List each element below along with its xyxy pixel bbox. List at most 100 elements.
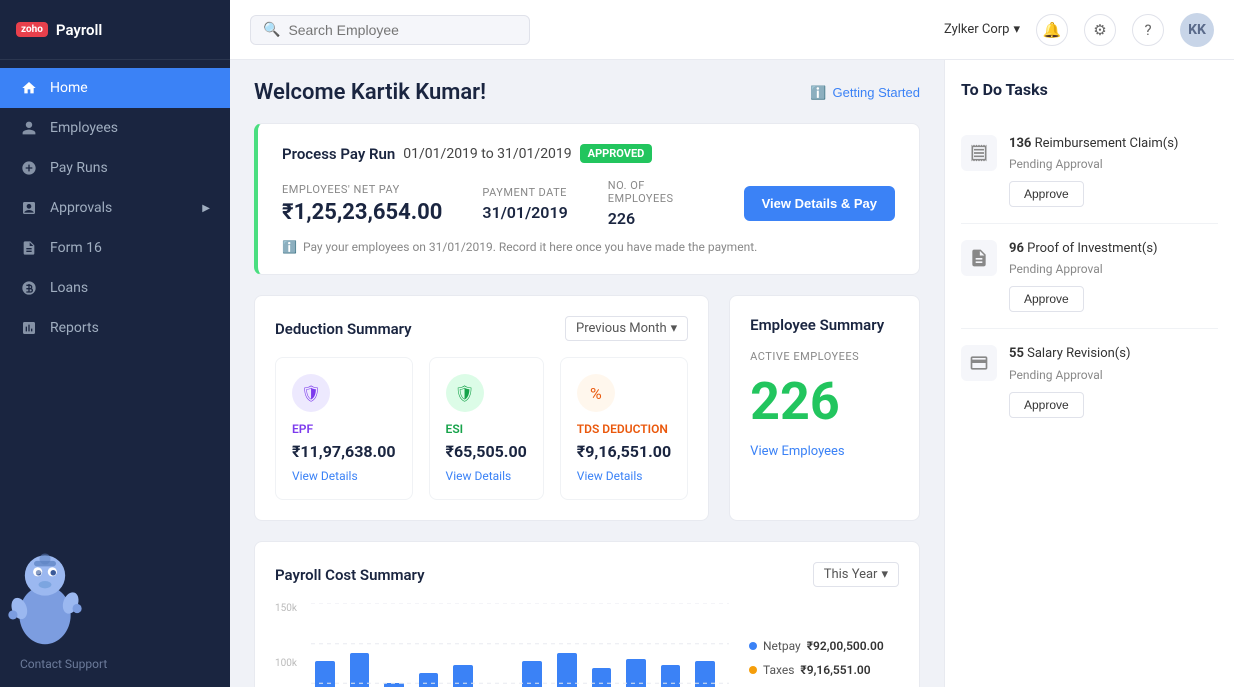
company-chevron-icon: ▾ bbox=[1013, 22, 1020, 37]
esi-amount: ₹65,505.00 bbox=[446, 442, 527, 461]
nav-label-form16: Form 16 bbox=[50, 240, 102, 256]
avatar[interactable]: KK bbox=[1180, 13, 1214, 47]
net-pay-label: EMPLOYEES' NET PAY bbox=[282, 183, 442, 196]
sidebar-item-approvals[interactable]: Approvals ▶ bbox=[0, 188, 230, 228]
person-icon bbox=[20, 119, 38, 137]
todo-content-reimbursement: 136 Reimbursement Claim(s) Pending Appro… bbox=[1009, 135, 1218, 207]
todo-sub-salary: Pending Approval bbox=[1009, 368, 1218, 382]
approve-investment-button[interactable]: Approve bbox=[1009, 286, 1084, 312]
epf-view-details[interactable]: View Details bbox=[292, 469, 396, 483]
legend-label-taxes: Taxes bbox=[763, 663, 794, 677]
help-icon[interactable]: ? bbox=[1132, 14, 1164, 46]
active-employees-label: ACTIVE EMPLOYEES bbox=[750, 350, 899, 363]
y-label-100k: 100k bbox=[275, 658, 297, 669]
approved-badge: APPROVED bbox=[580, 144, 653, 163]
legend-label-netpay: Netpay bbox=[763, 639, 801, 653]
employees-count-stat: NO. OF EMPLOYEES 226 bbox=[608, 179, 704, 228]
todo-item-salary: 55 Salary Revision(s) Pending Approval A… bbox=[961, 329, 1218, 433]
two-col-section: Deduction Summary Previous Month ▾ 🛡 EPF… bbox=[254, 295, 920, 521]
net-pay-stat: EMPLOYEES' NET PAY ₹1,25,23,654.00 bbox=[282, 183, 442, 225]
main-area: 🔍 Zylker Corp ▾ 🔔 ⚙ ? KK Welcome Kartik … bbox=[230, 0, 1234, 687]
notifications-icon[interactable]: 🔔 bbox=[1036, 14, 1068, 46]
employee-summary-card: Employee Summary ACTIVE EMPLOYEES 226 Vi… bbox=[729, 295, 920, 521]
logo-area: zoho Payroll bbox=[0, 0, 230, 60]
approvals-icon bbox=[20, 199, 38, 217]
document-icon bbox=[961, 240, 997, 276]
topbar-right: Zylker Corp ▾ 🔔 ⚙ ? KK bbox=[944, 13, 1214, 47]
payrun-dates: 01/01/2019 to 31/01/2019 bbox=[403, 146, 571, 162]
net-pay-value: ₹1,25,23,654.00 bbox=[282, 200, 442, 225]
settings-icon[interactable]: ⚙ bbox=[1084, 14, 1116, 46]
main-content: Welcome Kartik Kumar! ℹ️ Getting Started… bbox=[230, 60, 944, 687]
payrun-card: Process Pay Run 01/01/2019 to 31/01/2019… bbox=[254, 123, 920, 275]
sidebar-item-reports[interactable]: Reports bbox=[0, 308, 230, 348]
approve-reimbursement-button[interactable]: Approve bbox=[1009, 181, 1084, 207]
cost-period-selector[interactable]: This Year ▾ bbox=[813, 562, 899, 587]
getting-started-button[interactable]: ℹ️ Getting Started bbox=[810, 85, 920, 101]
search-box[interactable]: 🔍 bbox=[250, 15, 530, 45]
chevron-down-icon-cost: ▾ bbox=[881, 567, 888, 582]
receipt-icon bbox=[961, 135, 997, 171]
page-header: Welcome Kartik Kumar! ℹ️ Getting Started bbox=[254, 80, 920, 105]
search-input[interactable] bbox=[288, 22, 488, 38]
nav-label-loans: Loans bbox=[50, 280, 88, 296]
page-title: Welcome Kartik Kumar! bbox=[254, 80, 486, 105]
approve-salary-button[interactable]: Approve bbox=[1009, 392, 1084, 418]
sidebar-item-employees[interactable]: Employees bbox=[0, 108, 230, 148]
y-label-150k: 150k bbox=[275, 603, 297, 614]
mascot-illustration bbox=[0, 537, 90, 647]
sidebar: zoho Payroll Home Employees Pay Runs Ap bbox=[0, 0, 230, 687]
tds-icon: % bbox=[577, 374, 615, 412]
nav-label-home: Home bbox=[50, 80, 88, 96]
topbar: 🔍 Zylker Corp ▾ 🔔 ⚙ ? KK bbox=[230, 0, 1234, 60]
cost-card-title: Payroll Cost Summary bbox=[275, 566, 425, 584]
legend-taxes: Taxes ₹9,16,551.00 bbox=[749, 663, 899, 677]
payrun-note: ℹ️ Pay your employees on 31/01/2019. Rec… bbox=[282, 240, 895, 254]
nav-label-payruns: Pay Runs bbox=[50, 160, 108, 176]
sidebar-item-loans[interactable]: Loans bbox=[0, 268, 230, 308]
todo-sub-investment: Pending Approval bbox=[1009, 262, 1218, 276]
period-selector[interactable]: Previous Month ▾ bbox=[565, 316, 688, 341]
sidebar-item-home[interactable]: Home bbox=[0, 68, 230, 108]
deduction-title: Deduction Summary bbox=[275, 320, 412, 338]
chart-with-legend: 150k 100k bbox=[275, 603, 899, 687]
deduction-summary-card: Deduction Summary Previous Month ▾ 🛡 EPF… bbox=[254, 295, 709, 521]
form16-icon bbox=[20, 239, 38, 257]
salary-icon bbox=[961, 345, 997, 381]
home-icon bbox=[20, 79, 38, 97]
payment-date-value: 31/01/2019 bbox=[482, 203, 567, 222]
employee-summary-header: Employee Summary bbox=[750, 316, 899, 334]
tds-amount: ₹9,16,551.00 bbox=[577, 442, 671, 461]
tds-view-details[interactable]: View Details bbox=[577, 469, 671, 483]
payroll-cost-card: Payroll Cost Summary This Year ▾ 150k 10… bbox=[254, 541, 920, 687]
chart-main: 150k 100k bbox=[275, 603, 729, 687]
approvals-arrow: ▶ bbox=[202, 203, 210, 214]
tds-type: TDS DEDUCTION bbox=[577, 422, 671, 436]
content-wrapper: Welcome Kartik Kumar! ℹ️ Getting Started… bbox=[230, 60, 1234, 687]
view-details-pay-button[interactable]: View Details & Pay bbox=[744, 186, 895, 221]
sidebar-item-form16[interactable]: Form 16 bbox=[0, 228, 230, 268]
todo-text-investment: 96 Proof of Investment(s) bbox=[1009, 240, 1218, 258]
esi-type: ESI bbox=[446, 422, 527, 436]
esi-icon: 🛡 bbox=[446, 374, 484, 412]
chevron-down-icon: ▾ bbox=[671, 321, 678, 336]
todo-title: To Do Tasks bbox=[961, 80, 1218, 99]
chart-legend: Netpay ₹92,00,500.00 Taxes ₹9,16,551.00 bbox=[749, 603, 899, 687]
no-employees-label: NO. OF EMPLOYEES bbox=[608, 179, 704, 205]
epf-type: EPF bbox=[292, 422, 396, 436]
todo-content-salary: 55 Salary Revision(s) Pending Approval A… bbox=[1009, 345, 1218, 417]
epf-amount: ₹11,97,638.00 bbox=[292, 442, 396, 461]
todo-item-reimbursement: 136 Reimbursement Claim(s) Pending Appro… bbox=[961, 119, 1218, 224]
esi-view-details[interactable]: View Details bbox=[446, 469, 527, 483]
no-employees-value: 226 bbox=[608, 209, 704, 228]
info-icon: ℹ️ bbox=[282, 240, 297, 254]
view-employees-link[interactable]: View Employees bbox=[750, 444, 899, 459]
contact-support[interactable]: Contact Support bbox=[0, 641, 230, 687]
todo-sub-reimbursement: Pending Approval bbox=[1009, 157, 1218, 171]
search-icon: 🔍 bbox=[263, 22, 280, 38]
sidebar-item-payruns[interactable]: Pay Runs bbox=[0, 148, 230, 188]
loans-icon bbox=[20, 279, 38, 297]
chart-grid bbox=[311, 603, 729, 687]
legend-dot-netpay bbox=[749, 642, 757, 650]
company-selector[interactable]: Zylker Corp ▾ bbox=[944, 22, 1020, 37]
